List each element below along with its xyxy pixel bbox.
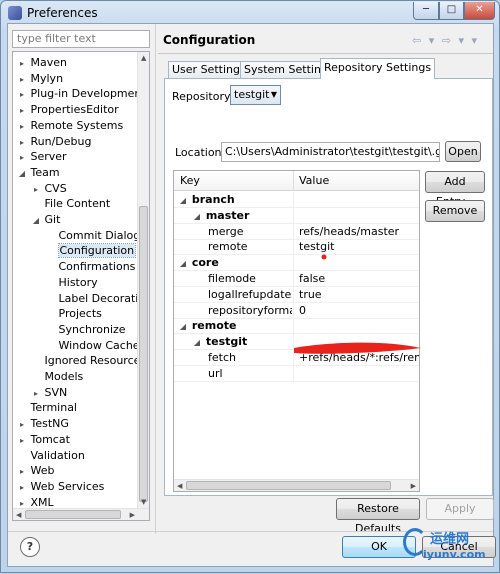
watermark-logo: 运维网 iyunv.com (403, 526, 489, 566)
watermark-cn-text: 运维网 (430, 532, 470, 547)
red-annotation-dot (321, 254, 327, 260)
red-redaction-stroke (294, 342, 421, 354)
red-annotation-overlay (294, 254, 421, 354)
preferences-window: Preferences ─ □ ✕ type filter text ▸ XML… (0, 0, 500, 573)
watermark-url: iyunv.com (423, 548, 486, 561)
tab-repository-settings[interactable]: Repository Settings (320, 58, 436, 79)
